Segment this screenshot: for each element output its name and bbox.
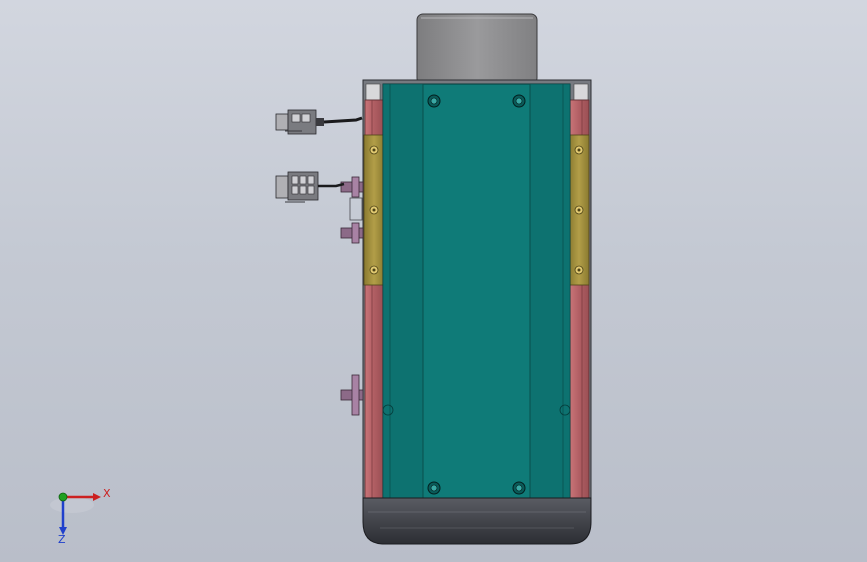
left-guide-strip[interactable] xyxy=(363,134,385,286)
x-axis-label: X xyxy=(103,487,111,500)
guide-screw xyxy=(369,205,379,215)
guide-screw xyxy=(574,145,584,155)
guide-screw xyxy=(574,265,584,275)
cable-connector[interactable] xyxy=(275,171,345,203)
carriage-bolt xyxy=(512,94,526,108)
motor-cover[interactable] xyxy=(416,13,538,85)
right-guide-strip[interactable] xyxy=(568,134,590,286)
coordinate-triad: X Z xyxy=(50,487,111,546)
sensor-bracket xyxy=(349,197,363,221)
carriage-plate[interactable] xyxy=(382,83,571,513)
z-axis-label: Z xyxy=(58,533,66,546)
guide-screw xyxy=(369,265,379,275)
limit-sensor[interactable] xyxy=(340,222,364,244)
carriage-bolt xyxy=(512,481,526,495)
limit-sensor[interactable] xyxy=(340,374,364,416)
guide-screw xyxy=(369,145,379,155)
carriage-bolt xyxy=(427,94,441,108)
carriage-bolt xyxy=(427,481,441,495)
limit-sensor[interactable] xyxy=(340,176,364,198)
cad-viewport[interactable]: X Z xyxy=(0,0,867,562)
end-cap[interactable] xyxy=(362,497,592,545)
guide-screw xyxy=(574,205,584,215)
cable-connector[interactable] xyxy=(275,109,363,135)
y-axis-dot xyxy=(58,492,68,502)
